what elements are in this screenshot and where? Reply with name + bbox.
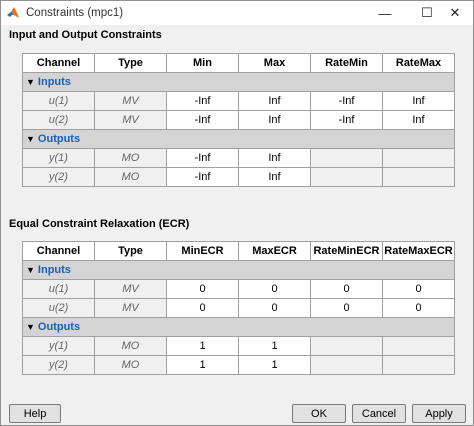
channel-cell: u(2) <box>22 110 95 130</box>
title-bar: Constraints (mpc1) — ☐ ✕ <box>1 1 473 25</box>
io-section-title: Input and Output Constraints <box>9 29 162 41</box>
table-row: u(2) MV 0 0 0 0 <box>22 298 455 318</box>
table-row: y(2) MO 1 1 <box>22 355 455 375</box>
help-button[interactable]: Help <box>9 404 61 423</box>
inputs-group-row[interactable]: ▼ Inputs <box>22 260 455 280</box>
empty-cell <box>310 336 383 356</box>
ecr-table: Channel Type MinECR MaxECR RateMinECR Ra… <box>22 241 455 375</box>
column-header[interactable]: Type <box>94 241 167 261</box>
table-row: y(1) MO 1 1 <box>22 336 455 356</box>
minecr-cell[interactable]: 0 <box>166 279 239 299</box>
column-header[interactable]: Max <box>238 53 311 73</box>
matlab-logo-icon <box>6 6 20 20</box>
type-cell: MV <box>94 110 167 130</box>
dialog-content: Input and Output Constraints Channel Typ… <box>1 25 473 425</box>
column-header[interactable]: Channel <box>22 241 95 261</box>
ecr-section-title: Equal Constraint Relaxation (ECR) <box>9 218 190 230</box>
ratemin-cell[interactable]: -Inf <box>310 91 383 111</box>
io-constraints-table: Channel Type Min Max RateMin RateMax ▼ In… <box>22 53 455 187</box>
ratemax-cell[interactable]: Inf <box>382 110 455 130</box>
minimize-button[interactable]: — <box>367 1 403 25</box>
column-header[interactable]: Channel <box>22 53 95 73</box>
maxecr-cell[interactable]: 0 <box>238 279 311 299</box>
apply-button[interactable]: Apply <box>412 404 466 423</box>
rateminecr-cell[interactable]: 0 <box>310 279 383 299</box>
channel-cell: y(2) <box>22 355 95 375</box>
empty-cell <box>382 148 455 168</box>
column-header[interactable]: RateMaxECR <box>382 241 455 261</box>
outputs-group-row[interactable]: ▼ Outputs <box>22 129 455 149</box>
table-row: y(2) MO -Inf Inf <box>22 167 455 187</box>
max-cell[interactable]: Inf <box>238 148 311 168</box>
header-row: Channel Type Min Max RateMin RateMax <box>22 53 455 73</box>
empty-cell <box>382 355 455 375</box>
empty-cell <box>382 336 455 356</box>
ratemin-cell[interactable]: -Inf <box>310 110 383 130</box>
min-cell[interactable]: -Inf <box>166 148 239 168</box>
group-label: Inputs <box>37 264 71 276</box>
outputs-group-row[interactable]: ▼ Outputs <box>22 317 455 337</box>
table-row: u(1) MV -Inf Inf -Inf Inf <box>22 91 455 111</box>
channel-cell: y(1) <box>22 148 95 168</box>
maxecr-cell[interactable]: 1 <box>238 336 311 356</box>
type-cell: MV <box>94 279 167 299</box>
type-cell: MO <box>94 148 167 168</box>
max-cell[interactable]: Inf <box>238 167 311 187</box>
inputs-group-row[interactable]: ▼ Inputs <box>22 72 455 92</box>
maxecr-cell[interactable]: 1 <box>238 355 311 375</box>
group-label: Outputs <box>37 133 81 145</box>
type-cell: MO <box>94 355 167 375</box>
channel-cell: u(1) <box>22 91 95 111</box>
header-row: Channel Type MinECR MaxECR RateMinECR Ra… <box>22 241 455 261</box>
type-cell: MV <box>94 91 167 111</box>
maxecr-cell[interactable]: 0 <box>238 298 311 318</box>
channel-cell: u(1) <box>22 279 95 299</box>
min-cell[interactable]: -Inf <box>166 110 239 130</box>
minecr-cell[interactable]: 0 <box>166 298 239 318</box>
cancel-button[interactable]: Cancel <box>352 404 406 423</box>
expand-caret-icon[interactable]: ▼ <box>26 77 35 87</box>
channel-cell: y(2) <box>22 167 95 187</box>
minecr-cell[interactable]: 1 <box>166 355 239 375</box>
table-row: y(1) MO -Inf Inf <box>22 148 455 168</box>
window-title: Constraints (mpc1) <box>26 7 124 19</box>
empty-cell <box>382 167 455 187</box>
rateminecr-cell[interactable]: 0 <box>310 298 383 318</box>
column-header[interactable]: MaxECR <box>238 241 311 261</box>
max-cell[interactable]: Inf <box>238 91 311 111</box>
column-header[interactable]: RateMax <box>382 53 455 73</box>
channel-cell: y(1) <box>22 336 95 356</box>
column-header[interactable]: RateMinECR <box>310 241 383 261</box>
expand-caret-icon[interactable]: ▼ <box>26 265 35 275</box>
type-cell: MO <box>94 336 167 356</box>
channel-cell: u(2) <box>22 298 95 318</box>
column-header[interactable]: Min <box>166 53 239 73</box>
expand-caret-icon[interactable]: ▼ <box>26 134 35 144</box>
ratemax-cell[interactable]: Inf <box>382 91 455 111</box>
min-cell[interactable]: -Inf <box>166 167 239 187</box>
close-button[interactable]: ✕ <box>437 1 473 25</box>
column-header[interactable]: MinECR <box>166 241 239 261</box>
empty-cell <box>310 355 383 375</box>
ok-button[interactable]: OK <box>292 404 346 423</box>
column-header[interactable]: Type <box>94 53 167 73</box>
minecr-cell[interactable]: 1 <box>166 336 239 356</box>
type-cell: MO <box>94 167 167 187</box>
group-label: Inputs <box>37 76 71 88</box>
empty-cell <box>310 167 383 187</box>
max-cell[interactable]: Inf <box>238 110 311 130</box>
ratemaxecr-cell[interactable]: 0 <box>382 279 455 299</box>
empty-cell <box>310 148 383 168</box>
table-row: u(1) MV 0 0 0 0 <box>22 279 455 299</box>
column-header[interactable]: RateMin <box>310 53 383 73</box>
constraints-dialog: Constraints (mpc1) — ☐ ✕ Input and Outpu… <box>0 0 474 426</box>
expand-caret-icon[interactable]: ▼ <box>26 322 35 332</box>
min-cell[interactable]: -Inf <box>166 91 239 111</box>
ratemaxecr-cell[interactable]: 0 <box>382 298 455 318</box>
group-label: Outputs <box>37 321 81 333</box>
table-row: u(2) MV -Inf Inf -Inf Inf <box>22 110 455 130</box>
type-cell: MV <box>94 298 167 318</box>
